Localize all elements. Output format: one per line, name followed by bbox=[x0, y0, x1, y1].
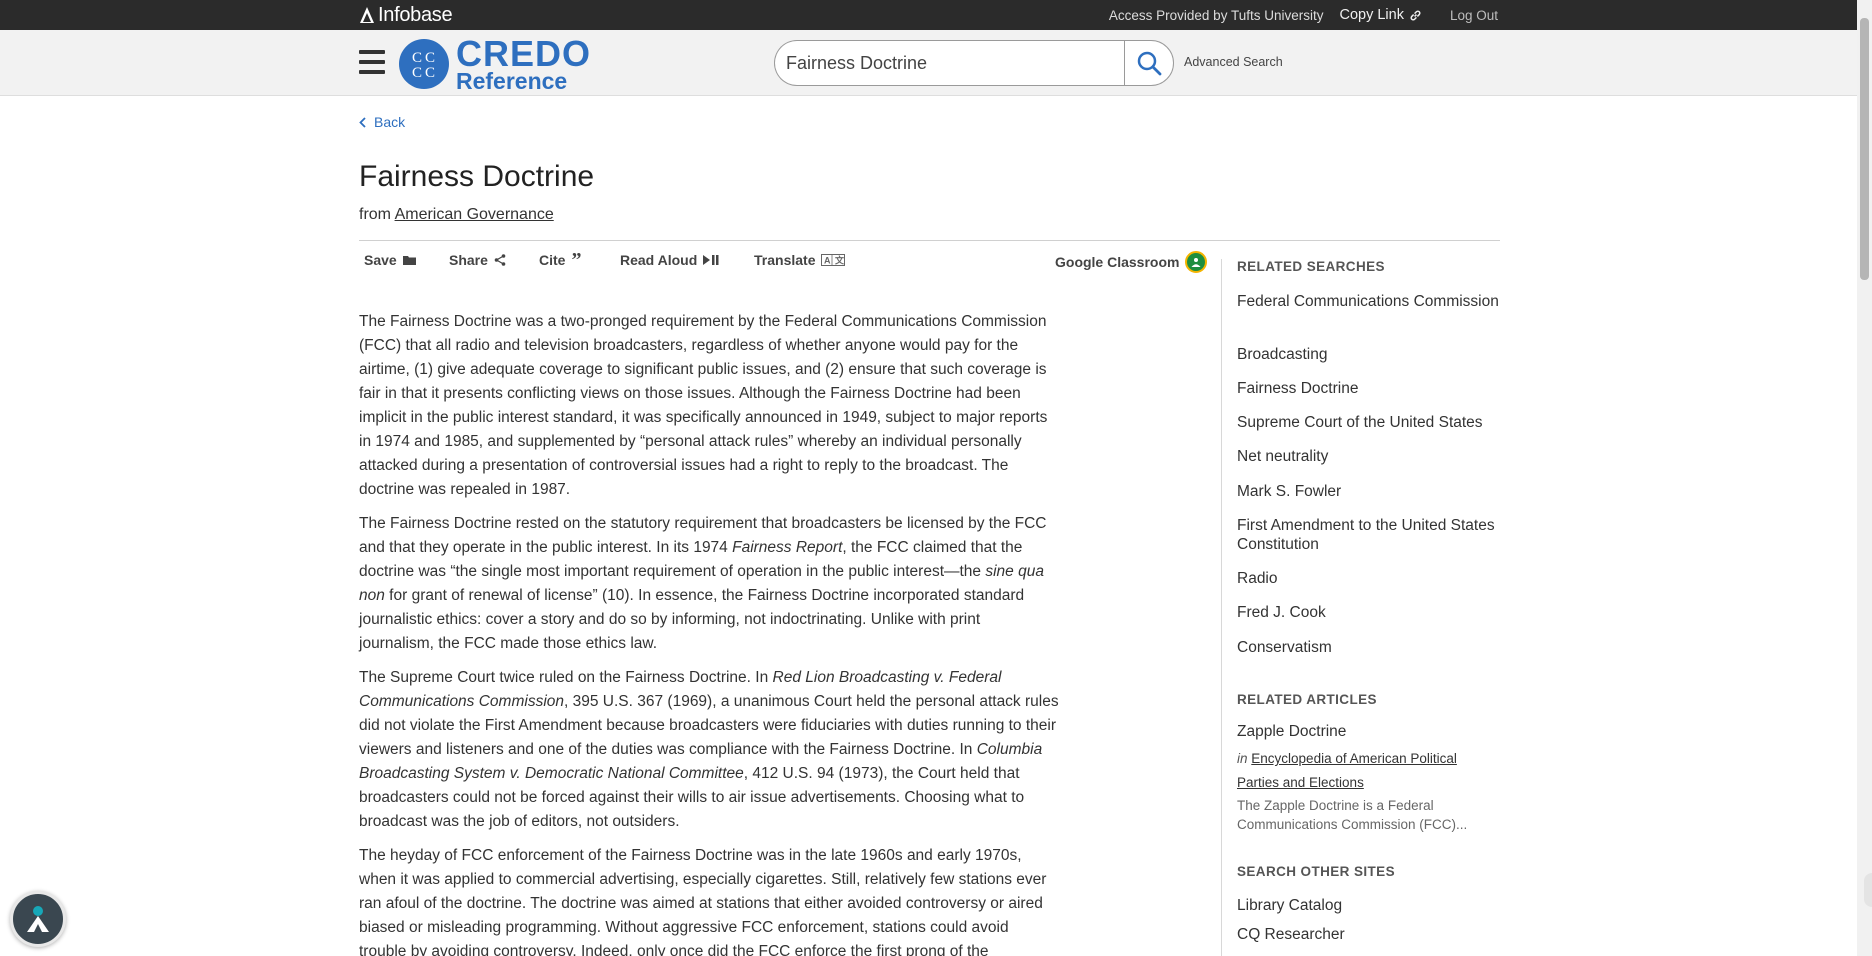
related-search-link[interactable]: Supreme Court of the United States bbox=[1237, 413, 1507, 432]
read-aloud-label: Read Aloud bbox=[620, 252, 698, 268]
paragraph: The Supreme Court twice ruled on the Fai… bbox=[359, 669, 1059, 830]
credo-reference-logo[interactable]: C C C C CREDO Reference bbox=[399, 32, 592, 92]
search-button[interactable] bbox=[1124, 40, 1174, 86]
scrollbar-thumb[interactable] bbox=[1860, 18, 1869, 280]
related-article-snippet: The Zapple Doctrine is a Federal Communi… bbox=[1237, 798, 1468, 832]
related-search-link[interactable]: Conservatism bbox=[1237, 638, 1507, 657]
save-label: Save bbox=[364, 252, 397, 268]
logo-credo-text: CREDO bbox=[456, 32, 592, 74]
paragraph: The Fairness Doctrine was a two-pronged … bbox=[359, 313, 1048, 498]
copy-link-label: Copy Link bbox=[1339, 7, 1404, 23]
google-classroom-button[interactable]: Google Classroom bbox=[1055, 251, 1208, 273]
search-input[interactable] bbox=[774, 40, 1125, 86]
folder-icon bbox=[402, 256, 416, 265]
side-tab[interactable] bbox=[1864, 873, 1872, 907]
related-search-link[interactable]: Mark S. Fowler bbox=[1237, 482, 1507, 501]
paragraph: The Fairness Doctrine rested on the stat… bbox=[359, 515, 1047, 652]
share-icon bbox=[494, 254, 506, 266]
search-icon bbox=[1137, 51, 1162, 76]
credo-seal-icon: C C C C bbox=[399, 39, 449, 89]
play-pause-icon bbox=[703, 255, 719, 265]
paragraph: The heyday of FCC enforcement of the Fai… bbox=[359, 847, 1047, 956]
related-search-link[interactable]: First Amendment to the United States Con… bbox=[1237, 516, 1507, 554]
chevron-left-icon bbox=[359, 116, 366, 128]
other-site-link[interactable]: CQ Researcher bbox=[1237, 925, 1507, 944]
top-bar: Infobase Access Provided by Tufts Univer… bbox=[0, 0, 1872, 30]
svg-text:A: A bbox=[824, 256, 831, 266]
infobase-mark-icon bbox=[360, 7, 374, 23]
svg-text:C: C bbox=[412, 65, 422, 81]
sidebar-divider bbox=[1221, 259, 1222, 956]
translate-label: Translate bbox=[754, 252, 816, 268]
share-label: Share bbox=[449, 252, 488, 268]
share-button[interactable]: Share bbox=[449, 252, 506, 268]
other-site-link[interactable]: Library Catalog bbox=[1237, 896, 1507, 915]
source-link[interactable]: American Governance bbox=[395, 206, 554, 223]
brand-name: Infobase bbox=[378, 3, 453, 26]
page-title: Fairness Doctrine bbox=[359, 160, 595, 193]
back-label: Back bbox=[374, 114, 406, 130]
article-body: The Fairness Doctrine was a two-pronged … bbox=[359, 310, 1059, 956]
related-articles-heading: RELATED ARTICLES bbox=[1237, 692, 1377, 707]
related-article-source: in Encyclopedia of American Political Pa… bbox=[1237, 747, 1487, 795]
related-article-source-link[interactable]: Encyclopedia of American Political Parti… bbox=[1237, 751, 1457, 790]
advanced-search-link[interactable]: Advanced Search bbox=[1184, 55, 1283, 69]
source-line: from American Governance bbox=[359, 206, 554, 224]
read-aloud-button[interactable]: Read Aloud bbox=[620, 252, 719, 268]
scrollbar[interactable] bbox=[1857, 0, 1872, 956]
copy-link-button[interactable]: Copy Link bbox=[1339, 7, 1421, 23]
related-search-link[interactable]: Federal Communications Commission bbox=[1237, 292, 1507, 311]
related-search-link[interactable]: Radio bbox=[1237, 569, 1507, 588]
access-provider: Access Provided by Tufts University bbox=[1108, 7, 1324, 23]
google-classroom-icon bbox=[1185, 251, 1208, 273]
related-search-link[interactable]: Broadcasting bbox=[1237, 345, 1507, 364]
search-bar bbox=[774, 40, 1174, 86]
accessibility-widget-button[interactable] bbox=[10, 891, 66, 947]
cite-label: Cite bbox=[539, 252, 566, 268]
accessibility-icon bbox=[27, 906, 49, 932]
divider bbox=[359, 240, 1500, 241]
back-link[interactable]: Back bbox=[359, 114, 405, 130]
infobase-logo[interactable]: Infobase bbox=[359, 3, 453, 26]
logout-link[interactable]: Log Out bbox=[1450, 8, 1498, 23]
cite-button[interactable]: Cite ” bbox=[539, 249, 582, 271]
related-search-link[interactable]: Fred J. Cook bbox=[1237, 603, 1507, 622]
svg-text:C: C bbox=[425, 50, 435, 66]
site-header: C C C C CREDO Reference Advanced Search bbox=[0, 30, 1872, 96]
svg-text:C: C bbox=[412, 50, 422, 66]
save-button[interactable]: Save bbox=[364, 252, 416, 268]
translate-icon: A文 bbox=[821, 254, 846, 266]
search-other-sites-heading: SEARCH OTHER SITES bbox=[1237, 864, 1395, 879]
from-prefix: from bbox=[359, 206, 391, 223]
svg-text:C: C bbox=[425, 65, 435, 81]
related-search-link[interactable]: Net neutrality bbox=[1237, 447, 1507, 466]
quote-icon: ” bbox=[571, 249, 582, 271]
in-prefix: in bbox=[1237, 751, 1248, 766]
translate-button[interactable]: Translate A文 bbox=[754, 252, 846, 268]
svg-text:文: 文 bbox=[834, 255, 845, 266]
menu-icon[interactable] bbox=[359, 50, 385, 74]
related-search-link[interactable]: Fairness Doctrine bbox=[1237, 379, 1507, 398]
link-icon bbox=[1410, 10, 1421, 20]
related-searches-heading: RELATED SEARCHES bbox=[1237, 259, 1385, 274]
related-article-link[interactable]: Zapple Doctrine bbox=[1237, 722, 1507, 741]
google-classroom-label: Google Classroom bbox=[1055, 254, 1180, 270]
